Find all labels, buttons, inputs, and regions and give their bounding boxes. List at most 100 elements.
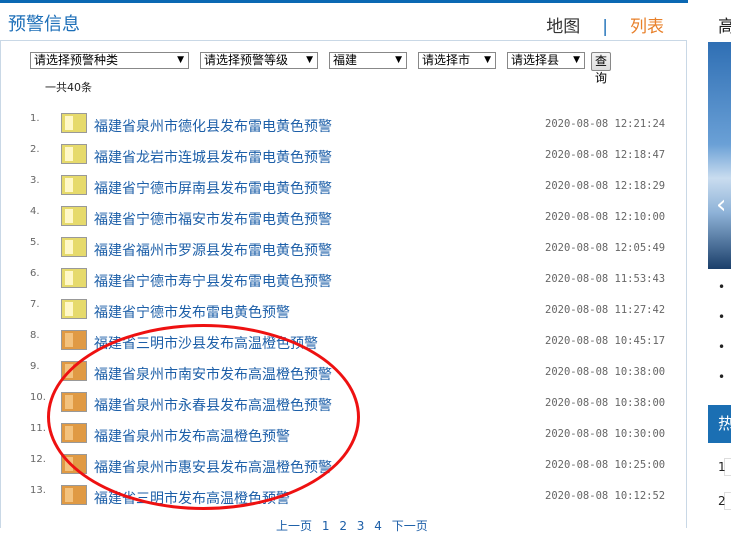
chevron-left-icon[interactable]: ‹ [716, 190, 731, 220]
warning-level-select[interactable]: 请选择预警等级 ▼ [200, 52, 318, 69]
thunder-yellow-icon[interactable] [61, 113, 87, 133]
prev-page-link[interactable]: 上一页 [276, 519, 312, 533]
chevron-down-icon: ▼ [484, 55, 491, 65]
warning-time: 2020-08-08 12:10:00 [545, 211, 666, 223]
warning-time: 2020-08-08 10:38:00 [545, 366, 666, 378]
heat-orange-icon[interactable] [61, 454, 87, 474]
warning-time: 2020-08-08 10:30:00 [545, 428, 666, 440]
warning-row: 7. 福建省宁德市发布雷电黄色预警 2020-08-08 11:27:42 [28, 298, 668, 329]
page-link-3[interactable]: 3 [357, 519, 365, 533]
page-link-4[interactable]: 4 [374, 519, 382, 533]
thunder-yellow-icon[interactable] [61, 268, 87, 288]
bullet-icon: • [718, 340, 726, 354]
top-accent-bar [0, 0, 688, 3]
page-title: 预警信息 [8, 14, 80, 35]
thunder-yellow-icon[interactable] [61, 175, 87, 195]
chevron-down-icon: ▼ [177, 55, 184, 65]
thunder-yellow-icon[interactable] [61, 299, 87, 319]
sidebar-rank-2: 2 [718, 494, 726, 508]
tab-list[interactable]: 列表 [630, 17, 664, 37]
row-number: 2. [30, 144, 40, 155]
warning-time: 2020-08-08 10:25:00 [545, 459, 666, 471]
warning-row: 10. 福建省泉州市永春县发布高温橙色预警 2020-08-08 10:38:00 [28, 391, 668, 422]
warning-type-select[interactable]: 请选择预警种类 ▼ [30, 52, 189, 69]
thunder-yellow-icon[interactable] [61, 237, 87, 257]
thunder-yellow-icon[interactable] [61, 144, 87, 164]
warning-title-link[interactable]: 福建省宁德市寿宁县发布雷电黄色预警 [94, 271, 332, 291]
row-number: 10. [30, 392, 46, 403]
bullet-icon: • [718, 310, 726, 324]
warning-title-link[interactable]: 福建省泉州市惠安县发布高温橙色预警 [94, 457, 332, 477]
sidebar-title: 高 [718, 17, 731, 37]
warning-title-link[interactable]: 福建省泉州市德化县发布雷电黄色预警 [94, 116, 332, 136]
warning-title-link[interactable]: 福建省福州市罗源县发布雷电黄色预警 [94, 240, 332, 260]
city-value: 请选择市 [422, 53, 471, 67]
warning-row: 5. 福建省福州市罗源县发布雷电黄色预警 2020-08-08 12:05:49 [28, 236, 668, 267]
row-number: 8. [30, 330, 40, 341]
row-number: 7. [30, 299, 40, 310]
page-link-2[interactable]: 2 [339, 519, 347, 533]
warning-time: 2020-08-08 12:18:29 [545, 180, 666, 192]
heat-orange-icon[interactable] [61, 485, 87, 505]
warning-time: 2020-08-08 10:38:00 [545, 397, 666, 409]
warning-title-link[interactable]: 福建省宁德市发布雷电黄色预警 [94, 302, 290, 322]
row-number: 1. [30, 113, 40, 124]
bullet-icon: • [718, 370, 726, 384]
heat-orange-icon[interactable] [61, 392, 87, 412]
county-value: 请选择县 [511, 53, 560, 67]
warning-row: 4. 福建省宁德市福安市发布雷电黄色预警 2020-08-08 12:10:00 [28, 205, 668, 236]
warning-title-link[interactable]: 福建省三明市沙县发布高温橙色预警 [94, 333, 318, 353]
row-number: 3. [30, 175, 40, 186]
warning-time: 2020-08-08 12:05:49 [545, 242, 666, 254]
warning-level-value: 请选择预警等级 [204, 53, 289, 67]
warning-row: 6. 福建省宁德市寿宁县发布雷电黄色预警 2020-08-08 11:53:43 [28, 267, 668, 298]
sidebar-banner-image[interactable]: ‹ [708, 42, 731, 269]
next-page-link[interactable]: 下一页 [392, 519, 428, 533]
warning-title-link[interactable]: 福建省泉州市永春县发布高温橙色预警 [94, 395, 332, 415]
heat-orange-icon[interactable] [61, 423, 87, 443]
query-button[interactable]: 查询 [591, 52, 612, 85]
city-select[interactable]: 请选择市 ▼ [418, 52, 496, 69]
page-link-1[interactable]: 1 [322, 519, 330, 533]
bullet-icon: • [718, 280, 726, 294]
warning-time: 2020-08-08 12:18:47 [545, 149, 666, 161]
result-count: 一共40条 [45, 81, 92, 94]
warning-list: 1. 福建省泉州市德化县发布雷电黄色预警 2020-08-08 12:21:24 2.… [28, 112, 668, 515]
province-value: 福建 [333, 53, 358, 67]
heat-orange-icon[interactable] [61, 361, 87, 381]
row-number: 6. [30, 268, 40, 279]
warning-title-link[interactable]: 福建省泉州市发布高温橙色预警 [94, 426, 290, 446]
right-sidebar: 高 ‹ • • • • 热 1 2 [708, 0, 731, 528]
warning-title-link[interactable]: 福建省宁德市屏南县发布雷电黄色预警 [94, 178, 332, 198]
warning-title-link[interactable]: 福建省龙岩市连城县发布雷电黄色预警 [94, 147, 332, 167]
tab-separator: | [602, 17, 608, 37]
warning-row: 11. 福建省泉州市发布高温橙色预警 2020-08-08 10:30:00 [28, 422, 668, 453]
row-number: 13. [30, 485, 46, 496]
heat-orange-icon[interactable] [61, 330, 87, 350]
row-number: 5. [30, 237, 40, 248]
warning-row: 1. 福建省泉州市德化县发布雷电黄色预警 2020-08-08 12:21:24 [28, 112, 668, 143]
warning-title-link[interactable]: 福建省宁德市福安市发布雷电黄色预警 [94, 209, 332, 229]
province-select[interactable]: 福建 ▼ [329, 52, 407, 69]
warning-row: 12. 福建省泉州市惠安县发布高温橙色预警 2020-08-08 10:25:00 [28, 453, 668, 484]
warning-row: 2. 福建省龙岩市连城县发布雷电黄色预警 2020-08-08 12:18:47 [28, 143, 668, 174]
warning-time: 2020-08-08 12:21:24 [545, 118, 666, 130]
row-number: 9. [30, 361, 40, 372]
county-select[interactable]: 请选择县 ▼ [507, 52, 585, 69]
warning-main-panel: 预警信息 地图 | 列表 请选择预警种类 ▼ 请选择预警等级 ▼ 福建 ▼ 请选择市 ▼ 请… [0, 0, 690, 533]
sidebar-hot-header: 热 [708, 405, 731, 443]
chevron-down-icon: ▼ [573, 55, 580, 65]
warning-type-value: 请选择预警种类 [34, 53, 119, 67]
thunder-yellow-icon[interactable] [61, 206, 87, 226]
warning-row: 13. 福建省三明市发布高温橙色预警 2020-08-08 10:12:52 [28, 484, 668, 515]
sidebar-rank-1: 1 [718, 460, 726, 474]
warning-row: 3. 福建省宁德市屏南县发布雷电黄色预警 2020-08-08 12:18:29 [28, 174, 668, 205]
tab-map[interactable]: 地图 [546, 17, 580, 37]
warning-title-link[interactable]: 福建省泉州市南安市发布高温橙色预警 [94, 364, 332, 384]
chevron-down-icon: ▼ [395, 55, 402, 65]
warning-title-link[interactable]: 福建省三明市发布高温橙色预警 [94, 488, 290, 508]
pagination: 上一页 1 2 3 4 下一页 [276, 517, 434, 534]
warning-time: 2020-08-08 10:12:52 [545, 490, 666, 502]
warning-time: 2020-08-08 11:53:43 [545, 273, 666, 285]
warning-time: 2020-08-08 10:45:17 [545, 335, 666, 347]
